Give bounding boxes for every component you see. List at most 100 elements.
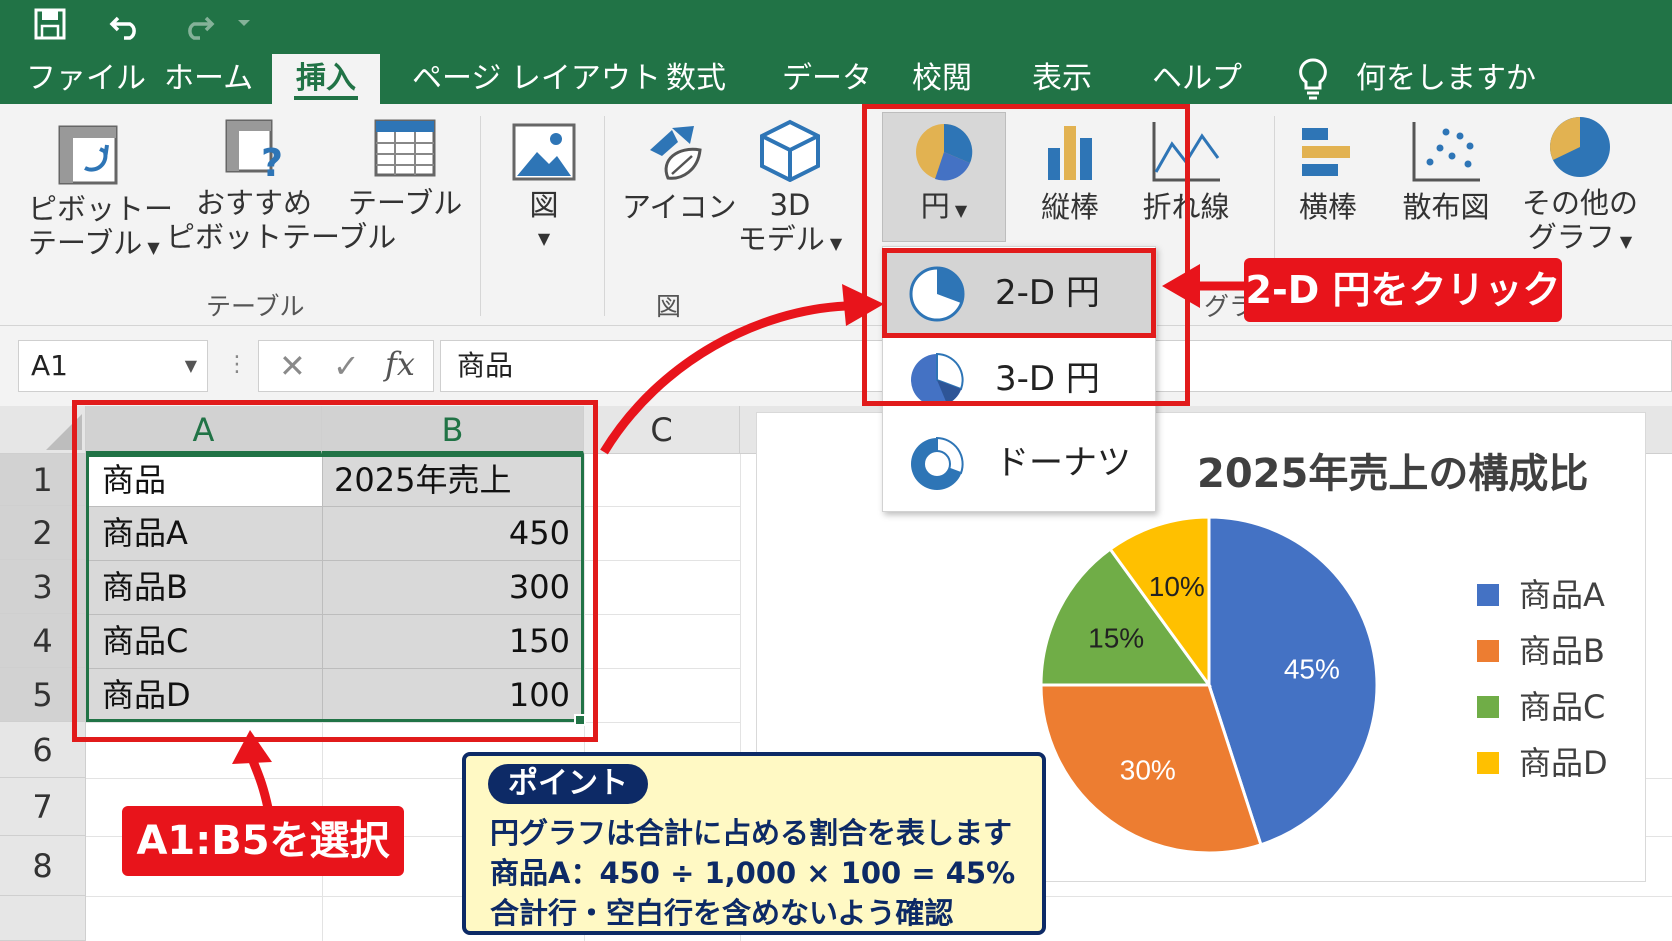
tab-review[interactable]: 校閲 xyxy=(912,54,972,104)
callout-click-2d-pie: 2-D 円をクリック xyxy=(1244,258,1562,322)
legend-swatch xyxy=(1477,584,1499,606)
pivot-table-label-2: テーブル ▼ xyxy=(28,226,160,265)
chevron-down-icon[interactable]: ▼ xyxy=(185,341,197,391)
legend-item-2[interactable]: 商品B xyxy=(1477,623,1608,679)
group-separator xyxy=(480,116,481,316)
column-header-c[interactable]: C xyxy=(584,406,740,454)
chart-legend[interactable]: 商品A 商品B 商品C 商品D xyxy=(1477,567,1608,791)
other-charts-icon xyxy=(1550,117,1610,177)
pivot-table-label-1: ピボットー xyxy=(28,192,174,226)
point-title: ポイント xyxy=(488,764,648,804)
active-tab-underline xyxy=(294,96,358,100)
data-label-2: 30% xyxy=(1120,754,1176,785)
group-label-table: テーブル xyxy=(206,292,305,321)
doughnut-label: ドーナツ xyxy=(995,443,1131,483)
name-box[interactable]: A1 ▼ xyxy=(18,340,208,392)
chevron-down-icon: ▼ xyxy=(824,234,843,253)
customize-qat-icon[interactable] xyxy=(234,4,254,44)
table-icon xyxy=(374,119,436,177)
legend-label: 商品C xyxy=(1519,688,1606,726)
3d-models-label-1: 3D xyxy=(769,188,811,222)
legend-item-1[interactable]: 商品A xyxy=(1477,567,1608,623)
3d-models-label-2: モデル ▼ xyxy=(734,222,846,261)
other-charts-label-2: グラフ ▼ xyxy=(1518,220,1642,259)
tab-insert[interactable]: 挿入 xyxy=(272,54,380,104)
other-charts-button[interactable]: その他の グラフ ▼ xyxy=(1518,114,1642,259)
legend-swatch xyxy=(1477,752,1499,774)
highlight-data-range xyxy=(72,400,598,742)
data-label-1: 45% xyxy=(1284,654,1340,685)
tab-help[interactable]: ヘルプ xyxy=(1152,54,1242,104)
recommended-pivot-label-1: おすすめ xyxy=(195,186,312,220)
name-box-value: A1 xyxy=(31,349,68,382)
formula-actions: ✕ ✓ fx xyxy=(258,340,434,392)
title-bar: ファイル ホーム 挿入 ページ レイアウト 数式 データ 校閲 表示 ヘルプ 何… xyxy=(0,0,1672,110)
other-charts-label-2-text: グラフ xyxy=(1527,220,1615,254)
tab-view[interactable]: 表示 xyxy=(1032,54,1092,104)
icons-label: アイコン xyxy=(622,190,737,224)
svg-text:?: ? xyxy=(261,141,283,180)
data-label-3: 15% xyxy=(1088,623,1144,654)
save-icon[interactable] xyxy=(30,4,70,44)
tab-insert-label: 挿入 xyxy=(296,61,356,96)
3d-models-label-2-text: モデル xyxy=(737,222,825,256)
bar-chart-button[interactable]: 横棒 xyxy=(1288,118,1368,224)
scatter-chart-button[interactable]: 散布図 xyxy=(1396,118,1496,224)
legend-label: 商品B xyxy=(1519,632,1605,670)
lightbulb-icon xyxy=(1299,58,1327,100)
group-separator xyxy=(604,116,605,316)
formula-bar: A1 ▼ ⋮ ✕ ✓ fx 商品 xyxy=(0,326,1672,406)
legend-item-4[interactable]: 商品D xyxy=(1477,735,1608,791)
tab-formulas[interactable]: 数式 xyxy=(666,54,726,104)
cancel-icon[interactable]: ✕ xyxy=(279,347,306,385)
more-options-icon: ⋮ xyxy=(226,352,248,377)
scatter-label: 散布図 xyxy=(1402,190,1490,224)
pivot-table-button[interactable]: ピボットー テーブル ▼ xyxy=(28,124,174,265)
point-line-1: 円グラフは合計に占める割合を表します xyxy=(490,816,1013,850)
bar-label: 横棒 xyxy=(1298,190,1357,224)
chevron-down-icon: ▼ xyxy=(537,229,551,248)
data-label-4: 10% xyxy=(1149,571,1205,602)
doughnut-option[interactable]: ドーナツ xyxy=(883,421,1157,505)
callout-select-range: A1:B5を選択 xyxy=(122,806,404,876)
icons-icon xyxy=(650,126,702,180)
pivot-table-icon xyxy=(58,125,118,185)
row-header-7[interactable]: 7 xyxy=(0,778,86,836)
tab-home[interactable]: ホーム xyxy=(164,54,253,104)
other-charts-label-1: その他の xyxy=(1521,186,1638,220)
recommended-pivot-button[interactable]: ? おすすめ ピボットテーブル xyxy=(166,118,397,254)
tell-me-search[interactable]: 何をしますか xyxy=(1356,54,1536,104)
point-note: ポイント 円グラフは合計に占める割合を表します 商品A：450 ÷ 1,000 … xyxy=(462,752,1046,935)
picture-label: 図 xyxy=(529,188,559,222)
point-line-3: 合計行・空白行を含めないよう確認 xyxy=(490,896,954,930)
chevron-down-icon: ▼ xyxy=(1614,232,1633,251)
3d-models-button[interactable]: 3D モデル ▼ xyxy=(734,118,846,261)
tab-file[interactable]: ファイル xyxy=(26,54,146,104)
icons-button[interactable]: アイコン xyxy=(622,120,737,224)
legend-label: 商品D xyxy=(1519,744,1608,782)
point-line-2: 商品A：450 ÷ 1,000 × 100 = 45% xyxy=(490,856,1016,890)
recommended-pivot-label-2: ピボットテーブル xyxy=(166,220,397,254)
row-header-8[interactable]: 8 xyxy=(0,836,86,896)
redo-icon[interactable] xyxy=(178,4,218,44)
legend-swatch xyxy=(1477,696,1499,718)
scatter-chart-icon xyxy=(1412,122,1480,182)
legend-item-3[interactable]: 商品C xyxy=(1477,679,1608,735)
table-label: テーブル xyxy=(348,186,463,220)
picture-button[interactable]: 図 ▼ xyxy=(504,122,584,256)
doughnut-icon xyxy=(911,436,964,490)
highlight-2d-pie xyxy=(882,248,1156,338)
pivot-table-label-2-text: テーブル xyxy=(28,226,143,260)
enter-icon[interactable]: ✓ xyxy=(333,347,360,385)
tab-page-layout[interactable]: ページ レイアウト xyxy=(412,54,661,104)
insert-function-icon[interactable]: fx xyxy=(385,345,415,383)
legend-swatch xyxy=(1477,640,1499,662)
3d-cube-icon xyxy=(760,119,820,182)
tab-data[interactable]: データ xyxy=(782,54,872,104)
table-button[interactable]: テーブル xyxy=(348,118,462,220)
bar-chart-icon xyxy=(1302,128,1350,176)
recommended-pivot-icon: ? xyxy=(225,119,283,180)
chevron-down-icon: ▼ xyxy=(142,238,160,257)
group-label-illustrations: 図 xyxy=(656,292,682,321)
undo-icon[interactable] xyxy=(106,4,146,44)
